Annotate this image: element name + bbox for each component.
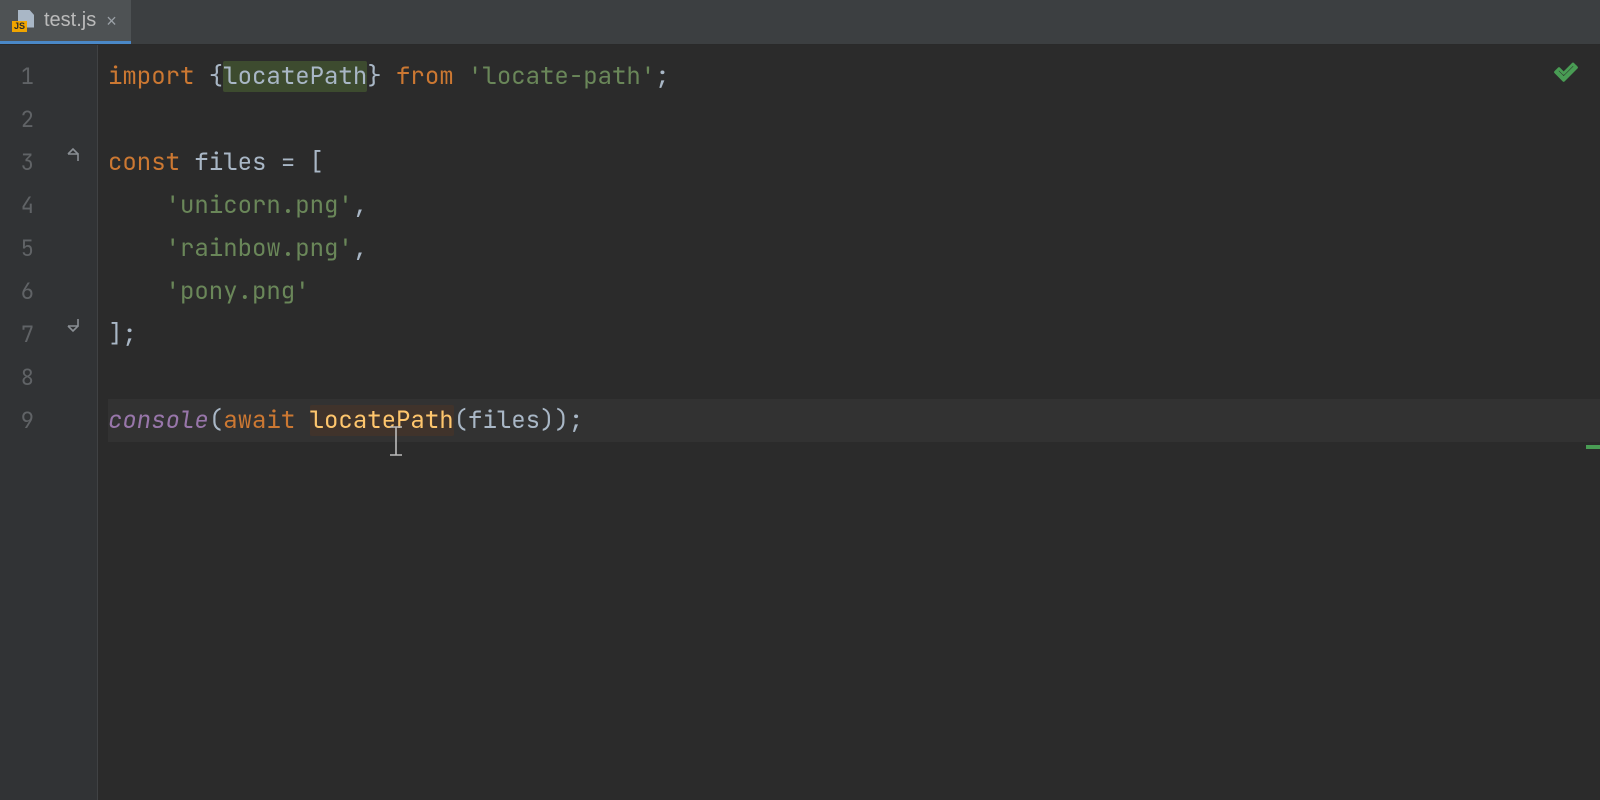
paren: ( [209, 405, 223, 436]
line-number[interactable]: 9 [0, 399, 58, 442]
line-number[interactable]: 2 [0, 98, 58, 141]
identifier-files: files [468, 405, 540, 436]
code-line-active[interactable]: console(await locatePath(files)); [108, 399, 1600, 442]
line-number-gutter[interactable]: 1 2 3 4 5 6 7 8 9 [0, 45, 58, 800]
call-locatePath: locatePath [310, 405, 454, 436]
identifier-files: files [180, 147, 281, 178]
editor: 1 2 3 4 5 6 7 8 9 import {locatePath} fr… [0, 45, 1600, 800]
line-number[interactable]: 6 [0, 270, 58, 313]
string-literal: 'rainbow.png' [166, 233, 353, 264]
brace: } [367, 61, 381, 92]
keyword-from: from [382, 61, 468, 92]
paren-semi: )); [540, 405, 583, 436]
indent [108, 276, 166, 307]
fold-start-icon[interactable] [66, 145, 80, 159]
keyword-import: import [108, 61, 194, 92]
comma: , [353, 190, 367, 221]
comma: , [353, 233, 367, 264]
line-number[interactable]: 8 [0, 356, 58, 399]
line-number[interactable]: 5 [0, 227, 58, 270]
code-line[interactable]: 'unicorn.png', [108, 184, 1600, 227]
fold-end-icon[interactable] [66, 317, 80, 331]
code-line[interactable]: 'rainbow.png', [108, 227, 1600, 270]
brace: { [194, 61, 223, 92]
semicolon: ; [655, 61, 669, 92]
identifier-locatePath: locatePath [223, 61, 367, 92]
tab-filename: test.js [44, 9, 96, 32]
tab-bar: JS test.js × [0, 0, 1600, 45]
bracket-close: ]; [108, 319, 137, 350]
code-line[interactable]: 'pony.png' [108, 270, 1600, 313]
equals-bracket: = [ [281, 147, 324, 178]
code-line[interactable]: const files = [ [108, 141, 1600, 184]
fold-gutter [58, 45, 98, 800]
js-file-icon: JS [12, 10, 34, 32]
line-number[interactable]: 1 [0, 55, 58, 98]
code-line[interactable] [108, 356, 1600, 399]
string-literal: 'unicorn.png' [166, 190, 353, 221]
code-line[interactable]: ]; [108, 313, 1600, 356]
line-number[interactable]: 3 [0, 141, 58, 184]
code-line[interactable] [108, 98, 1600, 141]
identifier-console: console [108, 405, 209, 436]
indent [108, 233, 166, 264]
indent [108, 190, 166, 221]
string-literal: 'pony.png' [166, 276, 310, 307]
paren: ( [454, 405, 468, 436]
error-stripe-marker[interactable] [1586, 445, 1600, 449]
line-number[interactable]: 7 [0, 313, 58, 356]
file-tab[interactable]: JS test.js × [0, 0, 131, 44]
keyword-const: const [108, 147, 180, 178]
code-line[interactable]: import {locatePath} from 'locate-path'; [108, 55, 1600, 98]
keyword-await: await [223, 405, 309, 436]
close-tab-icon[interactable]: × [106, 12, 117, 30]
code-area[interactable]: import {locatePath} from 'locate-path'; … [98, 45, 1600, 800]
line-number[interactable]: 4 [0, 184, 58, 227]
string-literal: 'locate-path' [468, 61, 655, 92]
